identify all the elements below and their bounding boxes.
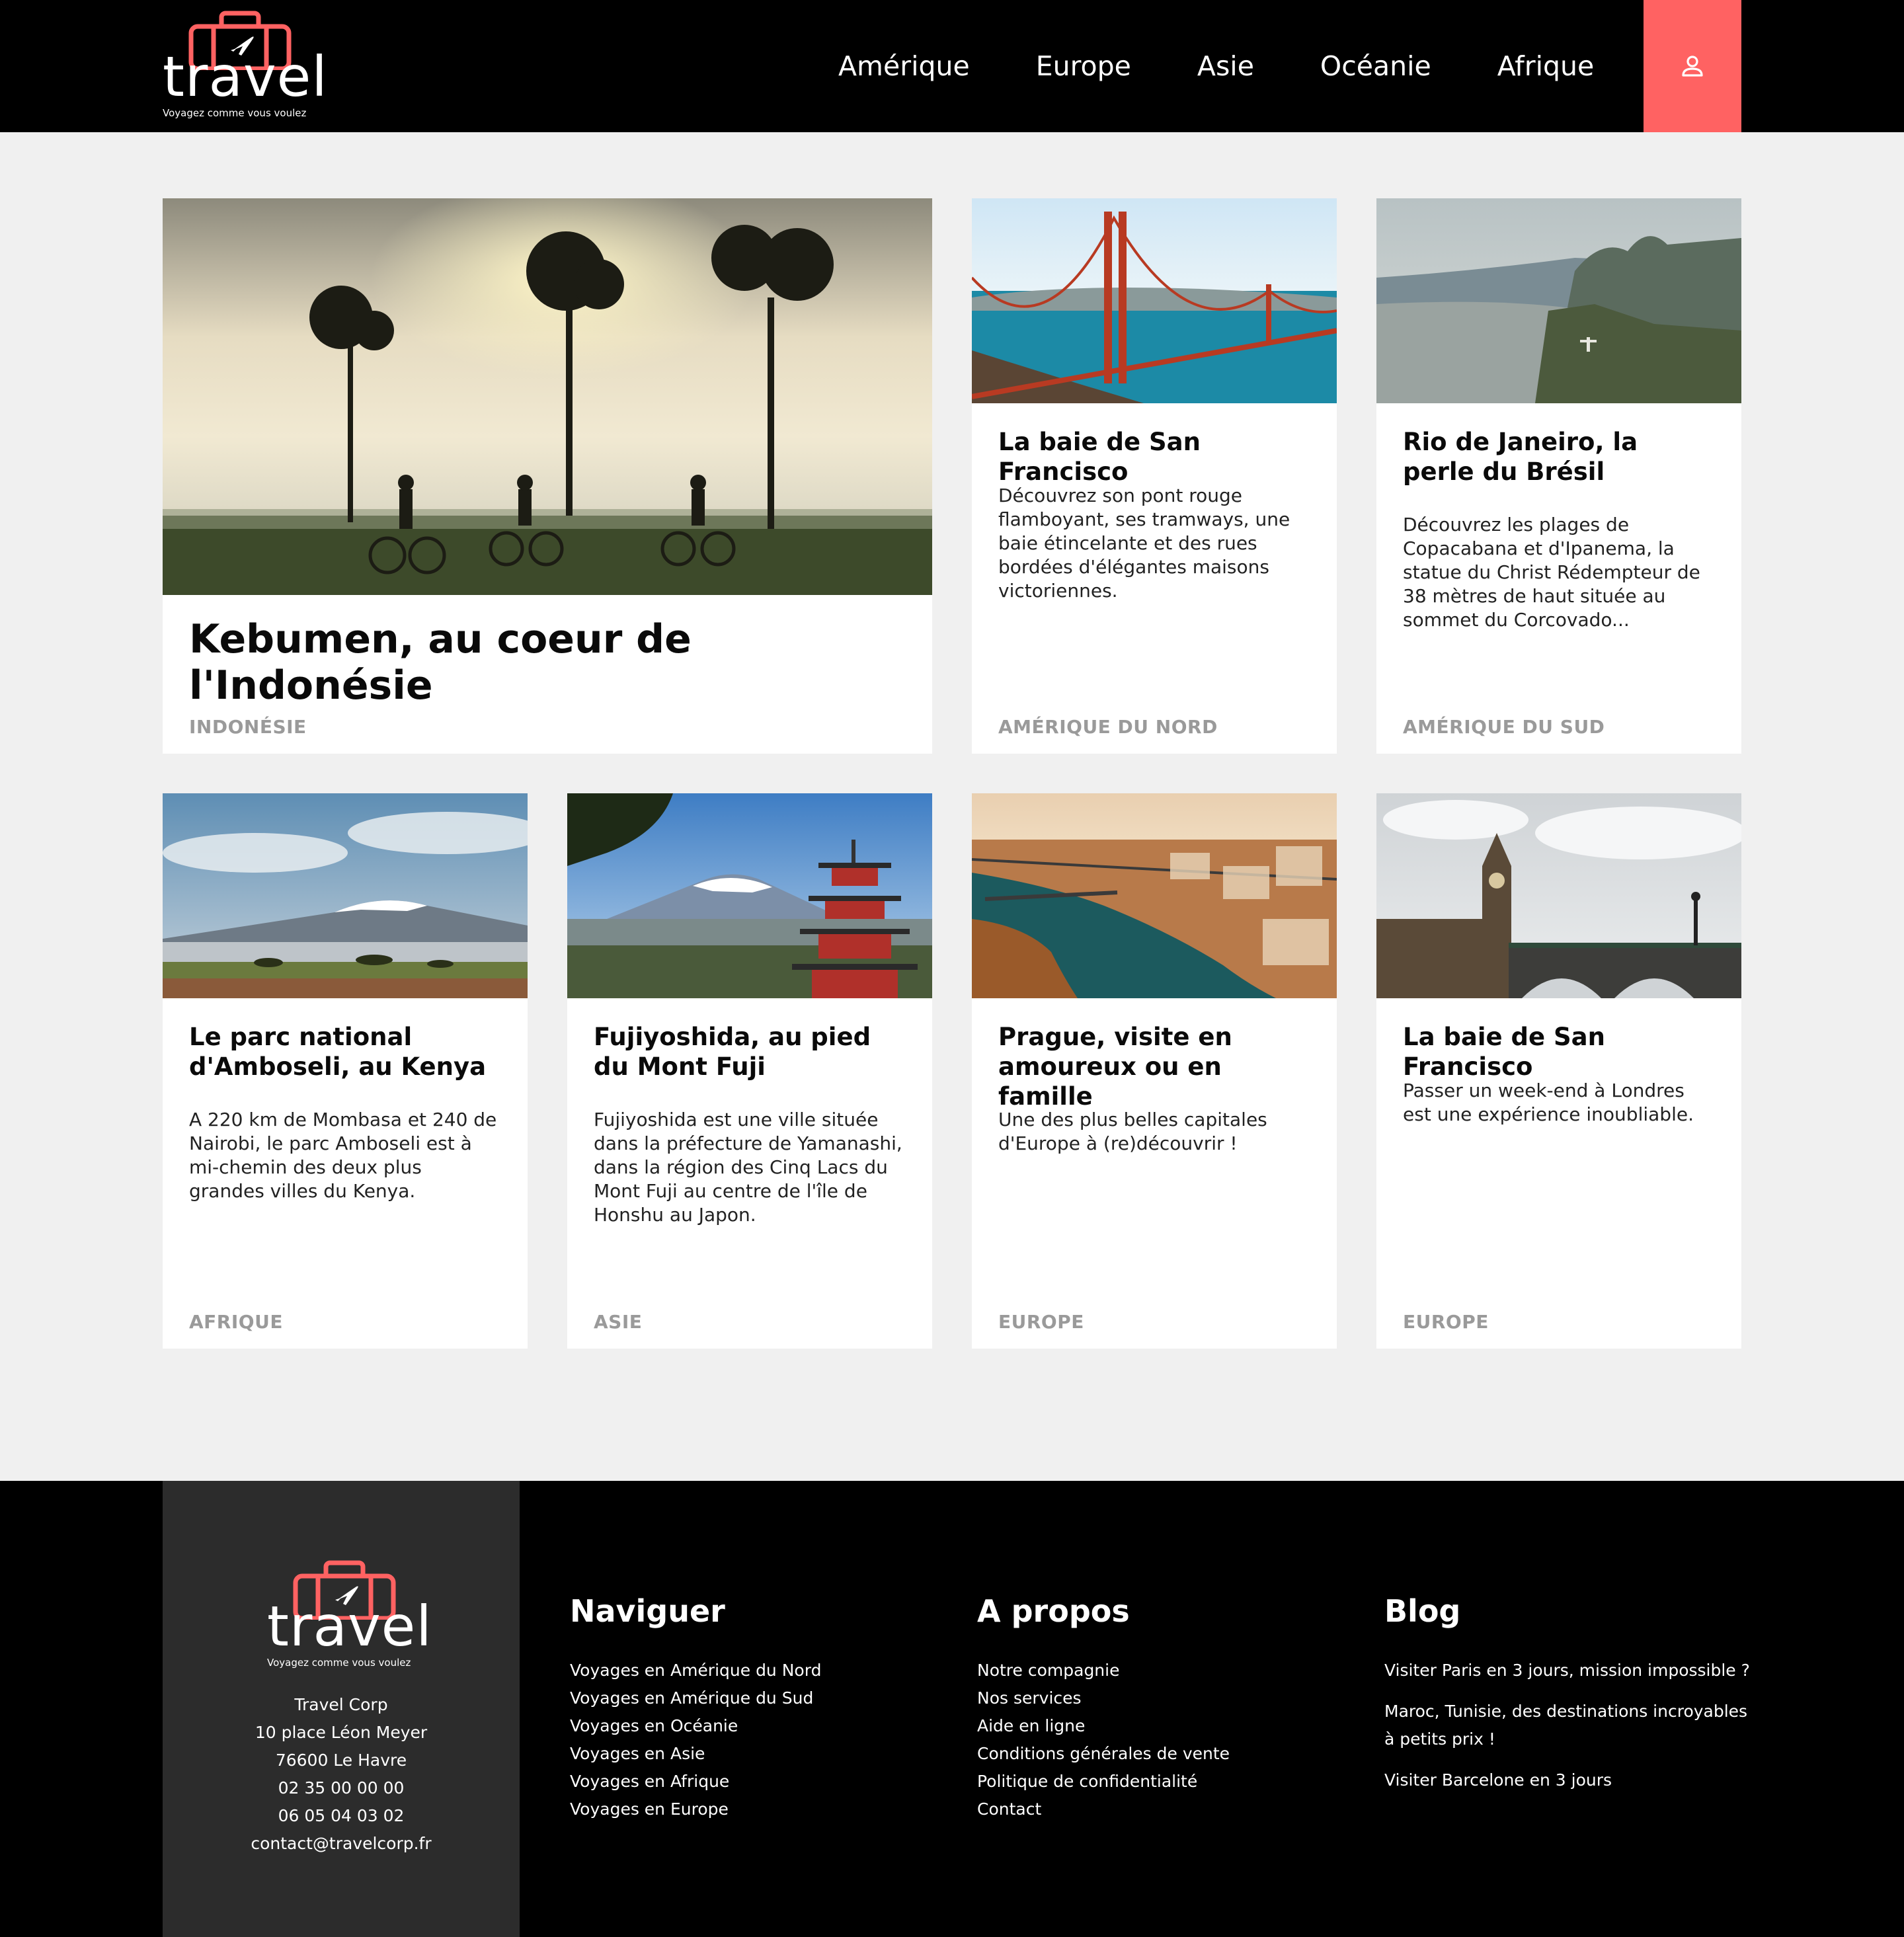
card-description: A 220 km de Mombasa et 240 de Nairobi, l…	[189, 1109, 497, 1202]
nav-item-asie[interactable]: Asie	[1197, 50, 1254, 82]
site-footer: travel Voyagez comme vous voulez Travel …	[0, 1481, 1904, 1937]
logo-tagline: Voyagez comme vous voulez	[267, 1657, 411, 1669]
main-nav: Amérique Europe Asie Océanie Afrique	[838, 0, 1594, 132]
nav-item-afrique[interactable]: Afrique	[1497, 50, 1595, 82]
footer-link[interactable]: Politique de confidentialité	[977, 1772, 1197, 1791]
company-name: Travel Corp	[294, 1695, 388, 1714]
card-title: La baie de San Francisco	[1403, 1023, 1605, 1081]
card-description: Une des plus belles capitales d'Europe à…	[998, 1109, 1267, 1154]
blog-link[interactable]: Visiter Barcelone en 3 jours	[1384, 1770, 1612, 1790]
image-rio	[1376, 198, 1741, 403]
footer-brand-panel: travel Voyagez comme vous voulez Travel …	[163, 1481, 520, 1937]
logo-tagline: Voyagez comme vous voulez	[163, 107, 307, 119]
card-category: Afrique	[189, 1311, 283, 1333]
street-address: 10 place Léon Meyer	[255, 1723, 428, 1742]
card-category: Europe	[998, 1311, 1084, 1333]
logo-wordmark: travel	[163, 44, 328, 109]
card-description: Passer un week-end à Londres est une exp…	[1403, 1080, 1694, 1125]
user-icon	[1682, 56, 1703, 77]
footer-column-naviguer: Naviguer Voyages en Amérique du Nord Voy…	[570, 1593, 821, 1823]
article-card-london[interactable]: La baie de San Francisco Passer un week-…	[1376, 793, 1741, 1349]
blog-link[interactable]: Visiter Paris en 3 jours, mission imposs…	[1384, 1661, 1750, 1680]
article-card-prague[interactable]: Prague, visite en amoureux ou en famille…	[972, 793, 1337, 1349]
card-title: Fujiyoshida, au pied du Mont Fuji	[594, 1023, 871, 1081]
footer-heading: Blog	[1384, 1593, 1461, 1629]
nav-item-europe[interactable]: Europe	[1036, 50, 1131, 82]
footer-heading: Naviguer	[570, 1593, 725, 1629]
blog-link[interactable]: Maroc, Tunisie, des destinations incroya…	[1384, 1702, 1747, 1749]
footer-column-a-propos: A propos Notre compagnie Nos services Ai…	[977, 1593, 1230, 1823]
mobile-number[interactable]: 06 05 04 03 02	[163, 1802, 520, 1830]
card-title: Rio de Janeiro, la perle du Brésil	[1403, 428, 1638, 486]
phone-number[interactable]: 02 35 00 00 00	[163, 1774, 520, 1802]
article-card-fujiyoshida[interactable]: Fujiyoshida, au pied du Mont Fuji Fujiyo…	[567, 793, 932, 1349]
company-address: Travel Corp 10 place Léon Meyer 76600 Le…	[163, 1691, 520, 1858]
card-category: Indonésie	[189, 716, 307, 738]
site-logo[interactable]: travel Voyagez comme vous voulez	[163, 11, 327, 123]
footer-link[interactable]: Voyages en Asie	[570, 1744, 705, 1763]
article-card-san-francisco[interactable]: La baie de San Francisco Découvrez son p…	[972, 198, 1337, 754]
image-cyclists-sunrise	[163, 198, 932, 595]
logo-wordmark: travel	[267, 1594, 432, 1659]
footer-link[interactable]: Notre compagnie	[977, 1661, 1119, 1680]
footer-link[interactable]: Voyages en Amérique du Nord	[570, 1661, 821, 1680]
footer-heading: A propos	[977, 1593, 1130, 1629]
card-category: Amérique du Sud	[1403, 716, 1605, 738]
footer-link[interactable]: Voyages en Europe	[570, 1799, 729, 1819]
city-address: 76600 Le Havre	[275, 1751, 407, 1770]
article-card-kebumen[interactable]: Kebumen, au coeur de l'Indonésie Indonés…	[163, 198, 932, 754]
card-title: Le parc national d'Amboseli, au Kenya	[189, 1023, 487, 1081]
card-title: La baie de San Francisco	[998, 428, 1201, 486]
image-prague	[972, 793, 1337, 998]
footer-link[interactable]: Aide en ligne	[977, 1716, 1085, 1735]
card-category: Asie	[594, 1311, 643, 1333]
footer-link[interactable]: Conditions générales de vente	[977, 1744, 1230, 1763]
article-card-rio[interactable]: Rio de Janeiro, la perle du Brésil Décou…	[1376, 198, 1741, 754]
nav-item-oceanie[interactable]: Océanie	[1320, 50, 1431, 82]
card-description: Découvrez son pont rouge flamboyant, ses…	[998, 485, 1290, 602]
card-description: Découvrez les plages de Copacabana et d'…	[1403, 514, 1700, 631]
nav-item-amerique[interactable]: Amérique	[838, 50, 970, 82]
footer-link[interactable]: Nos services	[977, 1688, 1082, 1708]
card-description: Fujiyoshida est une ville située dans la…	[594, 1109, 902, 1226]
account-button[interactable]	[1644, 0, 1741, 132]
card-category: Amérique du Nord	[998, 716, 1218, 738]
footer-link[interactable]: Voyages en Amérique du Sud	[570, 1688, 813, 1708]
image-mount-fuji	[567, 793, 932, 998]
site-header: travel Voyagez comme vous voulez Amériqu…	[0, 0, 1904, 132]
article-card-amboseli[interactable]: Le parc national d'Amboseli, au Kenya A …	[163, 793, 528, 1349]
image-kilimanjaro	[163, 793, 528, 998]
footer-column-blog: Blog Visiter Paris en 3 jours, mission i…	[1384, 1593, 1755, 1807]
card-title: Prague, visite en amoureux ou en famille	[998, 1023, 1232, 1111]
footer-link[interactable]: Voyages en Afrique	[570, 1772, 729, 1791]
email-address[interactable]: contact@travelcorp.fr	[163, 1830, 520, 1858]
footer-link[interactable]: Contact	[977, 1799, 1041, 1819]
card-category: Europe	[1403, 1311, 1489, 1333]
image-golden-gate	[972, 198, 1337, 403]
card-title: Kebumen, au coeur de l'Indonésie	[189, 616, 692, 709]
footer-logo[interactable]: travel Voyagez comme vous voulez	[267, 1560, 432, 1673]
image-big-ben	[1376, 793, 1741, 998]
footer-link[interactable]: Voyages en Océanie	[570, 1716, 738, 1735]
